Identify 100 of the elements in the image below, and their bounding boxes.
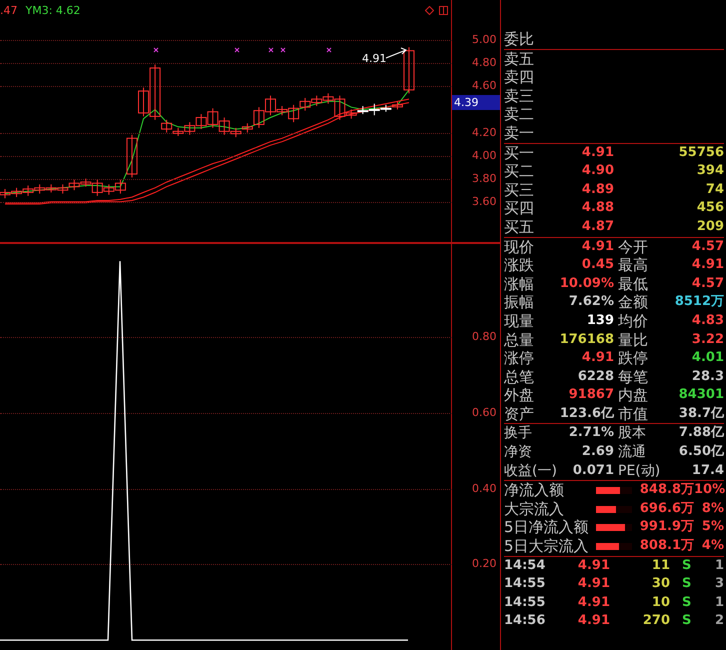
fundamental-label: 换手	[504, 424, 533, 444]
quote-value: 4.57	[690, 274, 724, 293]
quote-label: 内盘	[617, 386, 649, 405]
trade-price: 4.91	[576, 594, 610, 612]
indicator-value: YM3: 4.62	[26, 3, 80, 19]
quote-value: 7.62%	[568, 293, 614, 312]
quote-label: 量比	[617, 330, 649, 350]
fund-flow-amount: 696.6万	[638, 500, 694, 518]
bid-volume: 55756	[678, 144, 724, 162]
quote-label: 今开	[617, 238, 649, 256]
ask-level-label: 卖五	[504, 50, 534, 68]
quote-label: 涨跌	[504, 256, 535, 275]
bid-volume: 74	[704, 180, 724, 199]
fund-flow-percent: 8%	[700, 500, 724, 518]
trade-volume: 270	[642, 612, 670, 630]
quote-label: 振幅	[504, 293, 535, 312]
fundamental-value: 6.50亿	[678, 443, 724, 462]
fund-flow-label: 5日净流入额	[504, 518, 590, 538]
quote-value: 84301	[678, 386, 724, 404]
bid-level-label: 买一	[504, 144, 535, 162]
bid-volume: 394	[696, 162, 724, 180]
quote-label: 均价	[617, 312, 649, 330]
trade-count: 1	[714, 556, 724, 575]
quote-label: 总量	[504, 330, 535, 350]
quote-label: 外盘	[504, 386, 535, 405]
bid-price: 4.90	[580, 162, 614, 180]
quote-value: 4.91	[690, 256, 724, 274]
fundamental-label: 流通	[617, 443, 647, 462]
price-axis-label: 4.00	[472, 150, 496, 161]
quote-value: 123.6亿	[558, 404, 614, 423]
quote-label: 每笔	[617, 368, 649, 386]
current-price-tag: 4.39	[452, 95, 500, 110]
quote-value: 6228	[576, 368, 614, 386]
indicator-axis-label: 0.20	[472, 558, 496, 570]
fund-flow-label: 净流入额	[504, 481, 565, 500]
fund-flow-percent: 10%	[694, 481, 726, 500]
order-ratio-label: 委比	[504, 30, 534, 49]
quote-value: 0.45	[580, 256, 614, 274]
trade-volume: 11	[650, 556, 670, 575]
quote-label: 市值	[617, 404, 649, 424]
trade-side: S	[681, 575, 692, 594]
quote-label: 最低	[617, 274, 649, 294]
trade-time: 14:55	[504, 575, 546, 594]
fundamental-value: 7.88亿	[678, 424, 724, 442]
quote-label: 现量	[504, 312, 535, 330]
ask-level-label: 卖三	[504, 86, 534, 106]
bid-price: 4.88	[580, 199, 614, 218]
quote-label: 总笔	[504, 368, 535, 386]
quote-value: 8512万	[674, 293, 724, 312]
trade-side: S	[681, 594, 692, 612]
quote-label: 跌停	[617, 349, 649, 368]
quote-value: 176168	[558, 330, 614, 348]
quote-label: 金额	[617, 293, 649, 312]
fundamental-label: 股本	[617, 424, 647, 444]
fundamental-label: 收益(一)	[504, 462, 558, 480]
quote-label: 涨停	[504, 349, 535, 368]
fund-flow-percent: 4%	[700, 537, 724, 556]
trade-price: 4.91	[576, 575, 610, 594]
quote-value: 139	[586, 312, 614, 330]
bid-price: 4.91	[580, 144, 614, 162]
fund-flow-percent: 5%	[700, 518, 724, 536]
price-note: 4.91	[362, 51, 386, 67]
bid-price: 4.89	[580, 180, 614, 199]
fund-flow-amount: 808.1万	[638, 537, 694, 556]
quote-value: 4.91	[580, 349, 614, 368]
indicator-axis-label: 0.80	[472, 330, 496, 342]
bid-level-label: 买三	[504, 180, 535, 200]
bid-volume: 456	[696, 199, 724, 218]
trade-side: S	[681, 612, 692, 630]
trade-time: 14:54	[504, 556, 546, 575]
bid-volume: 209	[696, 218, 724, 236]
trade-time: 14:55	[504, 594, 546, 612]
ask-level-label: 卖一	[504, 124, 534, 143]
quote-value: 3.22	[690, 330, 724, 348]
bid-level-label: 买二	[504, 162, 535, 181]
indicator-axis-label: 0.60	[472, 406, 496, 418]
ask-level-label: 卖四	[504, 68, 534, 87]
trade-count: 3	[714, 575, 724, 594]
fundamental-label: 净资	[504, 443, 533, 462]
trade-count: 1	[714, 594, 724, 612]
indicator-value: .47	[0, 3, 18, 19]
quote-value: 38.7亿	[678, 404, 724, 423]
quote-value: 10.09%	[558, 274, 614, 293]
fund-flow-amount: 991.9万	[638, 518, 694, 536]
quote-value: 4.83	[690, 312, 724, 330]
quote-value: 91867	[568, 386, 614, 404]
fund-flow-label: 5日大宗流入	[504, 537, 590, 556]
quote-label: 最高	[617, 256, 649, 275]
price-axis-label: 4.20	[472, 126, 496, 138]
ask-level-label: 卖二	[504, 105, 534, 124]
quote-label: 现价	[504, 238, 535, 256]
price-axis-label: 4.60	[472, 80, 496, 92]
fundamental-value: 17.4	[690, 462, 724, 480]
fund-flow-label: 大宗流入	[504, 500, 565, 518]
indicator-axis-label: 0.40	[472, 482, 496, 494]
bid-level-label: 买五	[504, 218, 535, 237]
quote-label: 资产	[504, 404, 535, 424]
quote-value: 4.57	[690, 238, 724, 256]
bid-price: 4.87	[580, 218, 614, 236]
trade-time: 14:56	[504, 612, 546, 630]
